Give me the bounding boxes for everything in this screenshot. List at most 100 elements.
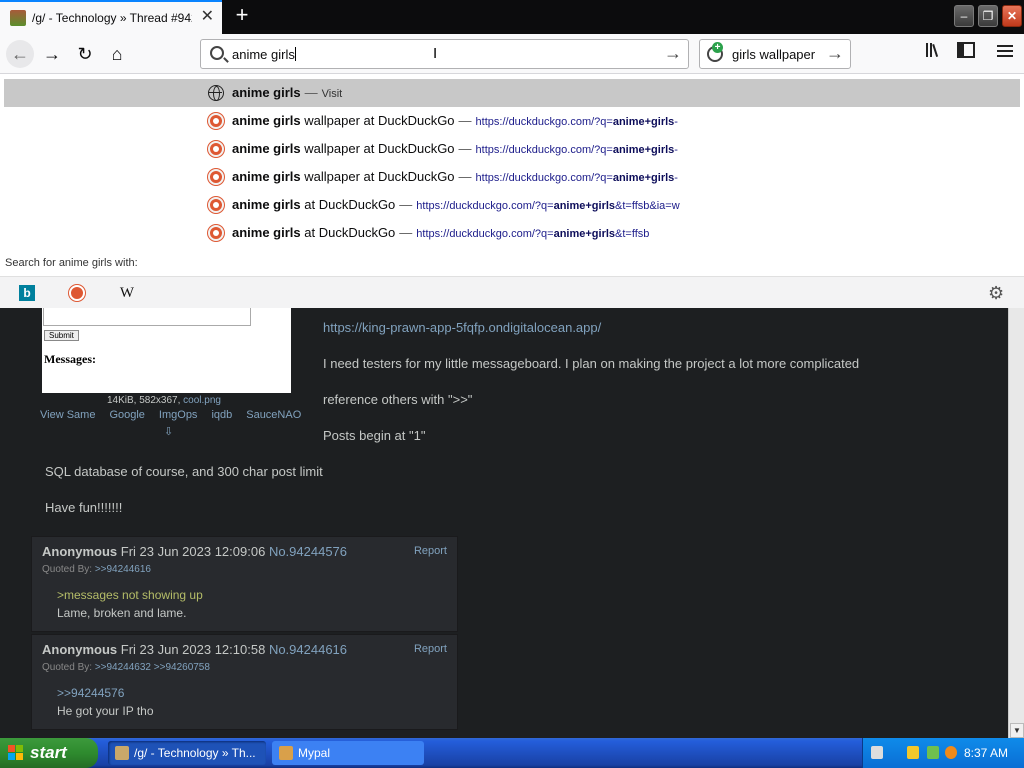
post-url-link[interactable]: https://king-prawn-app-5fqfp.ondigitaloc… xyxy=(323,320,601,335)
link-view-same[interactable]: View Same xyxy=(40,409,95,421)
quote-link[interactable]: >>94244632 >>94260758 xyxy=(95,662,210,673)
security-shield-icon[interactable] xyxy=(907,746,919,759)
url-autocomplete-popup: anime girls — Visit anime girls wallpaper … xyxy=(0,74,1024,308)
greentext-line: >messages not showing up xyxy=(57,588,203,602)
search-icon xyxy=(210,46,224,60)
suggestion-url: https://duckduckgo.com/?q=anime+girls- xyxy=(476,144,685,156)
new-tab-button[interactable]: + xyxy=(230,4,254,28)
file-link[interactable]: cool.png xyxy=(183,395,221,406)
suggestion-term: anime girls xyxy=(232,113,301,128)
image-search-links: View Same Google ImgOps iqdb SauceNAO xyxy=(40,409,315,421)
url-query: anime+girls xyxy=(612,144,675,156)
library-icon[interactable] xyxy=(922,42,946,66)
wikipedia-engine-button[interactable]: W xyxy=(114,281,140,305)
suggestion-url: https://duckduckgo.com/?q=anime+girls- xyxy=(476,172,685,184)
reply-body: He got your IP tho xyxy=(57,704,154,718)
screen: /g/ - Technology » Thread #9424 ✕ + ‒ ❐ … xyxy=(0,0,1024,768)
post-line: Have fun!!!!!!! xyxy=(45,500,123,515)
reply-body: Lame, broken and lame. xyxy=(57,606,187,620)
quote-link[interactable]: >>94244576 xyxy=(57,686,124,700)
post-number[interactable]: No.94244616 xyxy=(269,642,347,657)
search-tray-icon[interactable] xyxy=(945,746,957,759)
post-line: SQL database of course, and 300 char pos… xyxy=(45,464,323,479)
reply-post: Anonymous Fri 23 Jun 2023 12:10:58 No.94… xyxy=(31,634,458,730)
url-suffix: - xyxy=(674,116,678,128)
file-info: 14KiB, 582x367, cool.png xyxy=(107,395,221,406)
separator: — xyxy=(399,197,413,212)
link-google[interactable]: Google xyxy=(109,409,144,421)
network-icon[interactable] xyxy=(927,746,939,759)
url-suffix: &t=ffsb xyxy=(615,228,650,240)
reply-post: Anonymous Fri 23 Jun 2023 12:09:06 No.94… xyxy=(31,536,458,632)
taskbar-item-browser[interactable]: /g/ - Technology » Th... xyxy=(108,741,266,765)
report-button[interactable]: Report xyxy=(414,545,447,557)
url-prefix: https://duckduckgo.com/?q= xyxy=(416,228,554,240)
sidebar-icon[interactable] xyxy=(954,42,978,66)
suggestion-term: anime girls xyxy=(232,85,301,100)
url-value: anime girls xyxy=(232,47,295,62)
mouse-cursor: I xyxy=(433,45,438,62)
suggestion-row[interactable]: anime girls — Visit xyxy=(4,79,1020,107)
back-button[interactable]: ← xyxy=(6,40,34,68)
task-label: /g/ - Technology » Th... xyxy=(134,746,256,760)
separator: — xyxy=(458,141,472,156)
suggestion-url: https://duckduckgo.com/?q=anime+girls- xyxy=(476,116,685,128)
page-scrollbar[interactable]: ▼ xyxy=(1008,308,1024,738)
taskbar-item-mypal[interactable]: Mypal xyxy=(272,741,424,765)
search-settings-gear-icon[interactable]: ⚙ xyxy=(988,283,1004,304)
windows-taskbar: start /g/ - Technology » Th... Mypal 8:3… xyxy=(0,738,1024,768)
tab-close-icon[interactable]: ✕ xyxy=(201,9,214,25)
suggestion-text: wallpaper at DuckDuckGo xyxy=(300,169,455,184)
search-with-prefix: Search for xyxy=(5,257,59,269)
wikipedia-icon: W xyxy=(119,285,135,301)
add-search-engine-icon[interactable] xyxy=(707,42,723,62)
link-saucenao[interactable]: SauceNAO xyxy=(246,409,301,421)
search-bar[interactable]: girls wallpaper → xyxy=(699,39,851,69)
link-imgops[interactable]: ImgOps xyxy=(159,409,198,421)
tab-active[interactable]: /g/ - Technology » Thread #9424 ✕ xyxy=(0,0,222,34)
text-caret xyxy=(294,47,296,61)
download-icon[interactable]: ⇩ xyxy=(164,425,173,438)
close-window-button[interactable]: ✕ xyxy=(1002,5,1022,27)
duckduckgo-icon xyxy=(208,197,224,213)
tab-title: /g/ - Technology » Thread #9424 xyxy=(32,11,192,25)
search-go-arrow-icon[interactable]: → xyxy=(826,43,844,64)
link-iqdb[interactable]: iqdb xyxy=(211,409,232,421)
poster-name: Anonymous xyxy=(42,642,118,657)
home-button[interactable]: ⌂ xyxy=(103,40,131,68)
nav-bar: ← → ↻ ⌂ anime girls I → girls wallpaper … xyxy=(0,34,1024,74)
suggestion-term: anime girls xyxy=(232,225,301,240)
url-bar[interactable]: anime girls I → xyxy=(200,39,689,69)
task-label: Mypal xyxy=(298,746,331,760)
one-off-search-engines: b W ⚙ xyxy=(0,276,1024,308)
start-button[interactable]: start xyxy=(0,738,98,768)
scroll-down-arrow-icon[interactable]: ▼ xyxy=(1010,723,1024,738)
bing-engine-button[interactable]: b xyxy=(14,281,40,305)
reload-button[interactable]: ↻ xyxy=(71,40,99,68)
post-line: Posts begin at "1" xyxy=(323,428,426,443)
suggestion-row[interactable]: anime girls wallpaper at DuckDuckGo — http… xyxy=(4,135,1020,163)
suggestion-text: wallpaper at DuckDuckGo xyxy=(300,113,455,128)
url-prefix: https://duckduckgo.com/?q= xyxy=(475,144,613,156)
forward-button[interactable]: → xyxy=(38,40,66,68)
post-number[interactable]: No.94244576 xyxy=(269,544,347,559)
restore-button[interactable]: ❐ xyxy=(978,5,998,27)
system-tray: 8:37 AM xyxy=(862,738,1024,768)
hamburger-menu-icon[interactable] xyxy=(993,42,1017,66)
report-button[interactable]: Report xyxy=(414,643,447,655)
visit-label: Visit xyxy=(321,88,343,100)
duckduckgo-engine-button[interactable] xyxy=(64,281,90,305)
minimize-button[interactable]: ‒ xyxy=(954,5,974,27)
suggestion-row[interactable]: anime girls at DuckDuckGo — https://duckdu… xyxy=(4,191,1020,219)
go-arrow-icon[interactable]: → xyxy=(664,43,682,64)
url-input[interactable]: anime girls xyxy=(232,47,296,62)
start-label: start xyxy=(30,743,67,762)
search-with-suffix: with: xyxy=(112,257,138,269)
suggestion-row[interactable]: anime girls wallpaper at DuckDuckGo — http… xyxy=(4,163,1020,191)
suggestion-row[interactable]: anime girls at DuckDuckGo — https://duckdu… xyxy=(4,219,1020,247)
suggestion-row[interactable]: anime girls wallpaper at DuckDuckGo — http… xyxy=(4,107,1020,135)
keyboard-icon[interactable] xyxy=(871,746,883,759)
url-query: anime+girls xyxy=(612,172,675,184)
post-image-thumbnail[interactable]: Submit Messages: xyxy=(42,304,291,393)
quote-link[interactable]: >>94244616 xyxy=(95,564,151,575)
